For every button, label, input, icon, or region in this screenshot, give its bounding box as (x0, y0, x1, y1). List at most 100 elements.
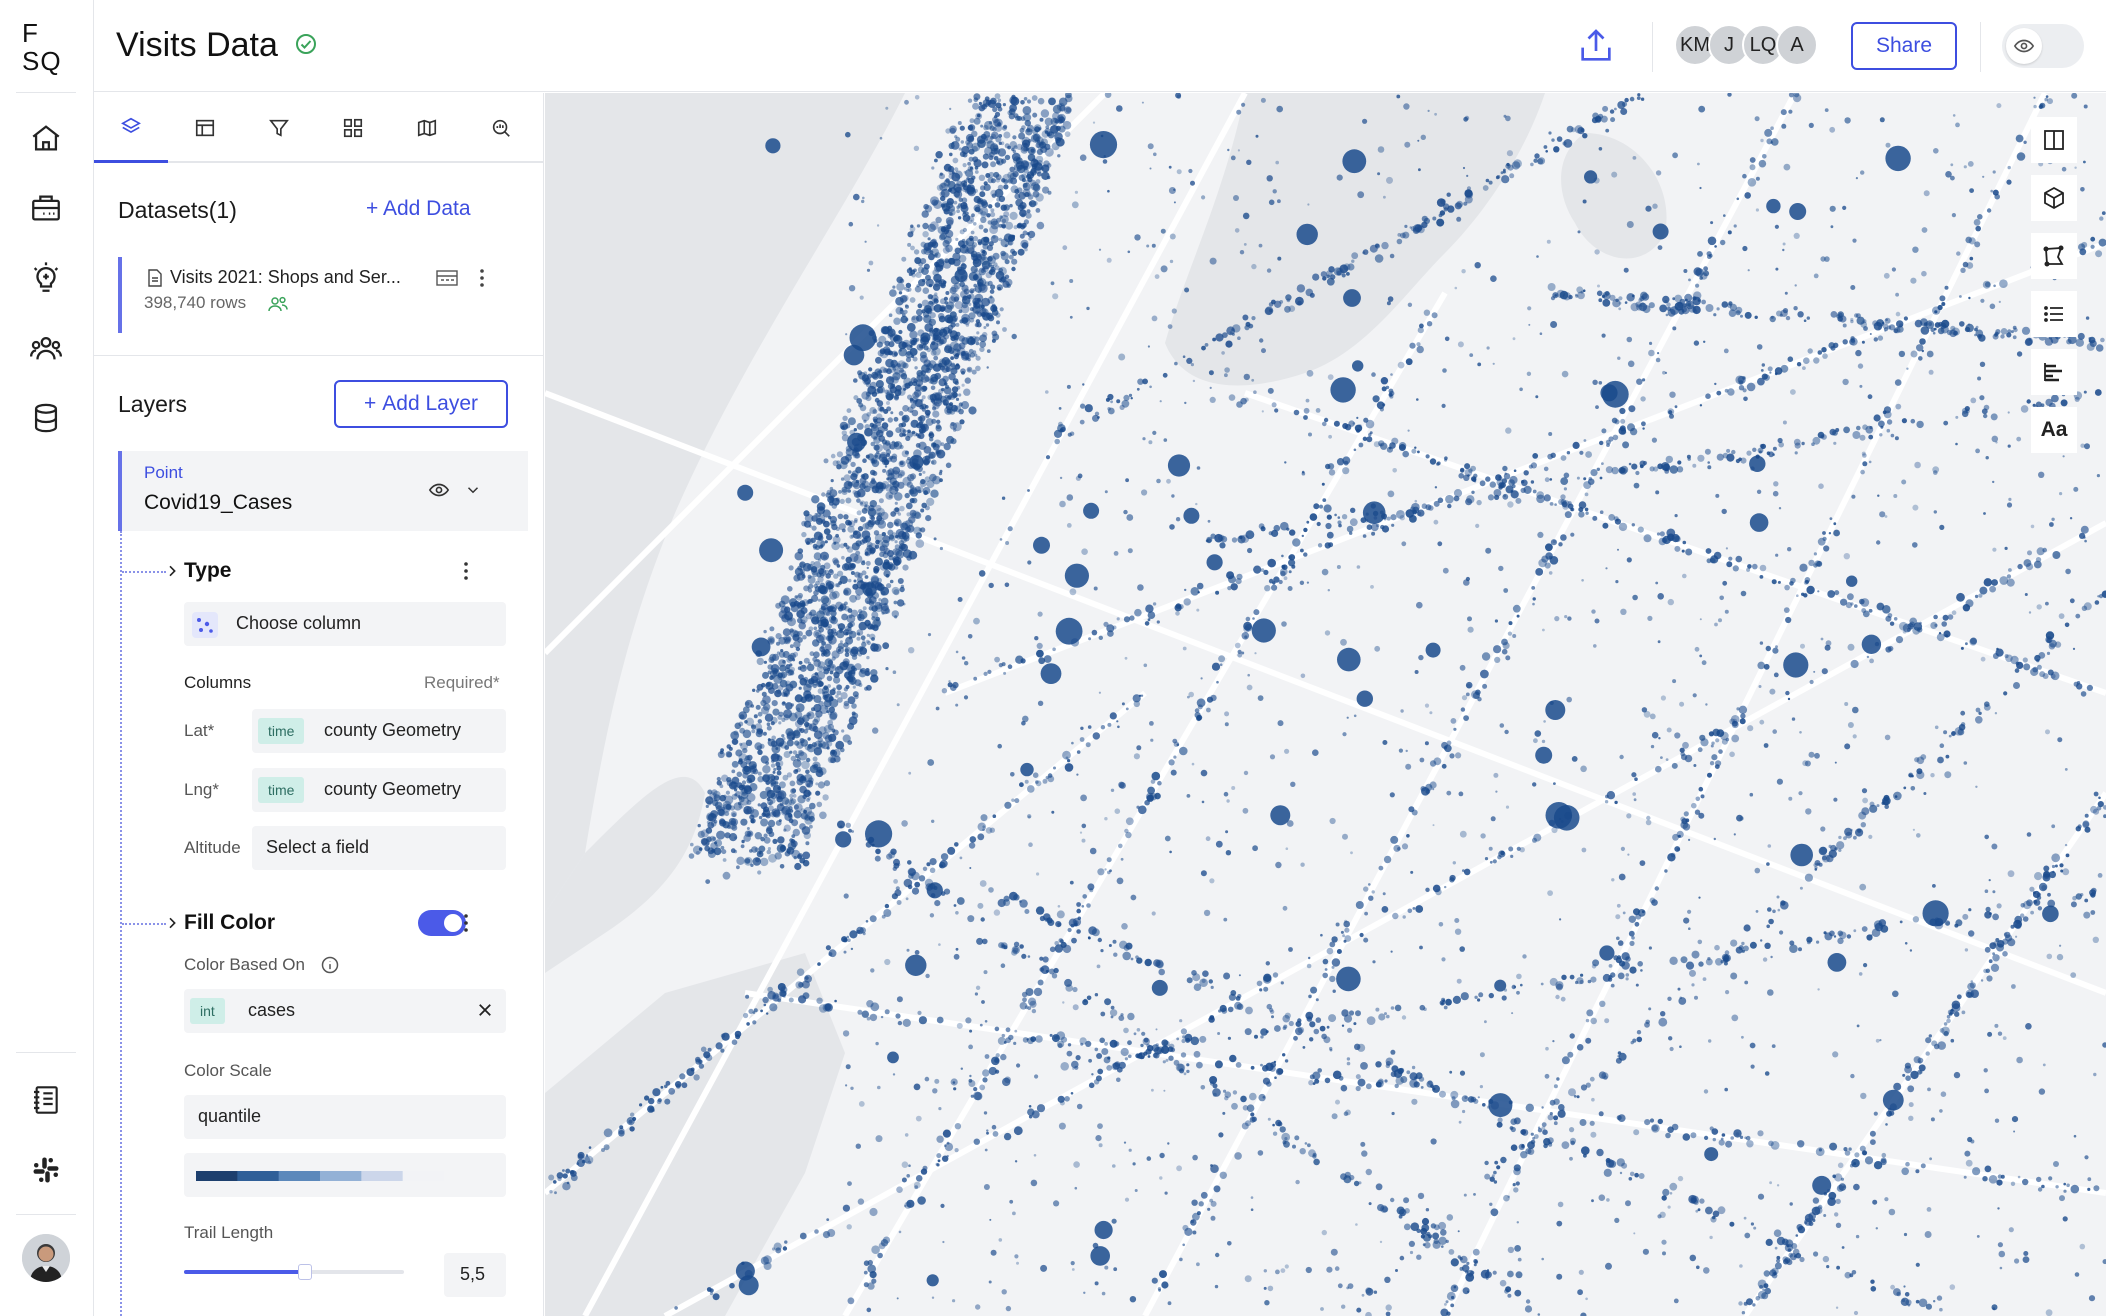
chevron-right-icon[interactable] (164, 915, 180, 931)
layer-name: Covid19_Cases (144, 491, 293, 514)
palette-swatch (196, 1171, 238, 1181)
briefcase-icon[interactable] (26, 188, 66, 228)
page-title: Visits Data (116, 26, 278, 64)
fsq-logo[interactable]: F SQ (22, 20, 66, 76)
datasets-title: Datasets(1) (118, 197, 237, 223)
trail-length-value: 5,5 (460, 1264, 486, 1284)
export-upload-icon[interactable] (1576, 26, 1616, 66)
choose-column-label: Choose column (236, 613, 362, 633)
fill-color-more-icon[interactable] (456, 910, 476, 936)
trail-length-label: Trail Length (184, 1223, 274, 1242)
chevron-right-icon[interactable] (164, 563, 180, 579)
choose-column-field[interactable]: Choose column (184, 602, 506, 646)
layer-item[interactable]: Point Covid19_Cases (118, 451, 528, 531)
add-data-label: Add Data (382, 197, 471, 220)
side-panel: Datasets(1) + Add Data Visits 2021: Shop… (94, 93, 544, 1316)
columns-label: Columns (184, 673, 252, 692)
eye-icon (2006, 28, 2042, 64)
color-field-type-badge: int (190, 998, 225, 1024)
tab-table[interactable] (168, 93, 242, 163)
lat-field[interactable]: time county Geometry (252, 709, 506, 753)
altitude-field[interactable]: Select a field (252, 826, 506, 870)
add-data-button[interactable]: + Add Data (366, 197, 471, 221)
user-avatar[interactable] (22, 1234, 70, 1282)
altitude-label: Altitude (184, 838, 241, 857)
eye-icon[interactable] (428, 479, 450, 501)
tab-search[interactable] (464, 93, 538, 163)
legend-list-icon[interactable] (2031, 291, 2077, 337)
tab-filter[interactable] (242, 93, 316, 163)
split-map-icon[interactable] (2031, 117, 2077, 163)
slider-handle[interactable] (298, 1264, 312, 1280)
palette-swatch (237, 1171, 280, 1181)
type-more-icon[interactable] (456, 558, 476, 584)
close-icon[interactable] (476, 1001, 494, 1019)
basemap (545, 93, 2106, 1316)
collaborator-avatar[interactable]: A (1776, 24, 1818, 66)
tree-branch (122, 571, 166, 573)
tab-interactions[interactable] (316, 93, 390, 163)
users-icon[interactable] (26, 328, 66, 368)
add-layer-button[interactable]: + Add Layer (334, 380, 508, 428)
dataset-item[interactable]: Visits 2021: Shops and Ser... 398,740 ro… (118, 257, 528, 333)
plus-icon: + (364, 392, 377, 415)
point-type-icon (192, 612, 218, 638)
altitude-placeholder: Select a field (266, 837, 370, 857)
trail-length-input[interactable]: 5,5 (444, 1253, 506, 1297)
color-field[interactable]: int cases (184, 989, 506, 1033)
notebook-icon[interactable] (26, 1080, 66, 1120)
color-palette-bar (196, 1171, 444, 1181)
palette-swatch (361, 1171, 404, 1181)
header-divider (1652, 22, 1653, 72)
rail-divider (16, 92, 76, 93)
collaborator-avatars: KM J LQ A (1674, 24, 1818, 68)
3d-cube-icon[interactable] (2031, 175, 2077, 221)
file-icon (148, 269, 162, 287)
logo-top-letter: F (22, 18, 39, 48)
chevron-down-icon[interactable] (464, 481, 482, 499)
map-canvas[interactable]: Aa (545, 93, 2106, 1316)
required-label: Required* (424, 673, 500, 692)
lng-label: Lng* (184, 780, 219, 799)
top-header: Visits Data KM J LQ A Share (94, 0, 2106, 92)
bar-chart-icon[interactable] (2031, 349, 2077, 395)
left-rail: F SQ (0, 0, 94, 1316)
info-icon[interactable] (320, 955, 340, 975)
trail-length-slider[interactable] (184, 1264, 404, 1280)
lng-value: county Geometry (324, 779, 462, 799)
rail-divider-bottom (16, 1052, 76, 1053)
color-based-on-label: Color Based On (184, 955, 305, 974)
presentation-mode-toggle[interactable] (2002, 24, 2084, 68)
home-icon[interactable] (26, 118, 66, 158)
add-layer-label: Add Layer (382, 392, 478, 415)
dataset-name: Visits 2021: Shops and Ser... (170, 267, 401, 287)
type-section-title: Type (184, 559, 232, 582)
tab-layers[interactable] (94, 93, 168, 163)
color-scale-select[interactable]: quantile (184, 1095, 506, 1139)
palette-swatch (320, 1171, 362, 1181)
database-icon[interactable] (26, 398, 66, 438)
color-palette-select[interactable] (184, 1153, 506, 1197)
logo-bottom-letters: SQ (22, 46, 62, 76)
dataset-table-icon[interactable] (436, 269, 458, 287)
tree-branch (122, 923, 166, 925)
lat-value: county Geometry (324, 720, 462, 740)
draw-polygon-icon[interactable] (2031, 233, 2077, 279)
dataset-more-icon[interactable] (472, 265, 492, 291)
lng-field[interactable]: time county Geometry (252, 768, 506, 812)
water-areas (545, 93, 1667, 1316)
slider-fill (184, 1270, 305, 1274)
label-text-icon[interactable]: Aa (2031, 407, 2077, 453)
plus-icon: + (366, 197, 383, 220)
share-button[interactable]: Share (1851, 22, 1957, 70)
rail-divider-avatar (16, 1214, 76, 1215)
fill-color-title: Fill Color (184, 911, 275, 934)
palette-swatch (402, 1171, 444, 1181)
palette-swatch (278, 1171, 321, 1181)
slack-icon[interactable] (26, 1150, 66, 1190)
lat-type-badge: time (258, 718, 305, 744)
header-divider (1980, 22, 1981, 72)
saved-check-icon (294, 32, 318, 56)
lightbulb-icon[interactable] (26, 258, 66, 298)
tab-basemap[interactable] (390, 93, 464, 163)
